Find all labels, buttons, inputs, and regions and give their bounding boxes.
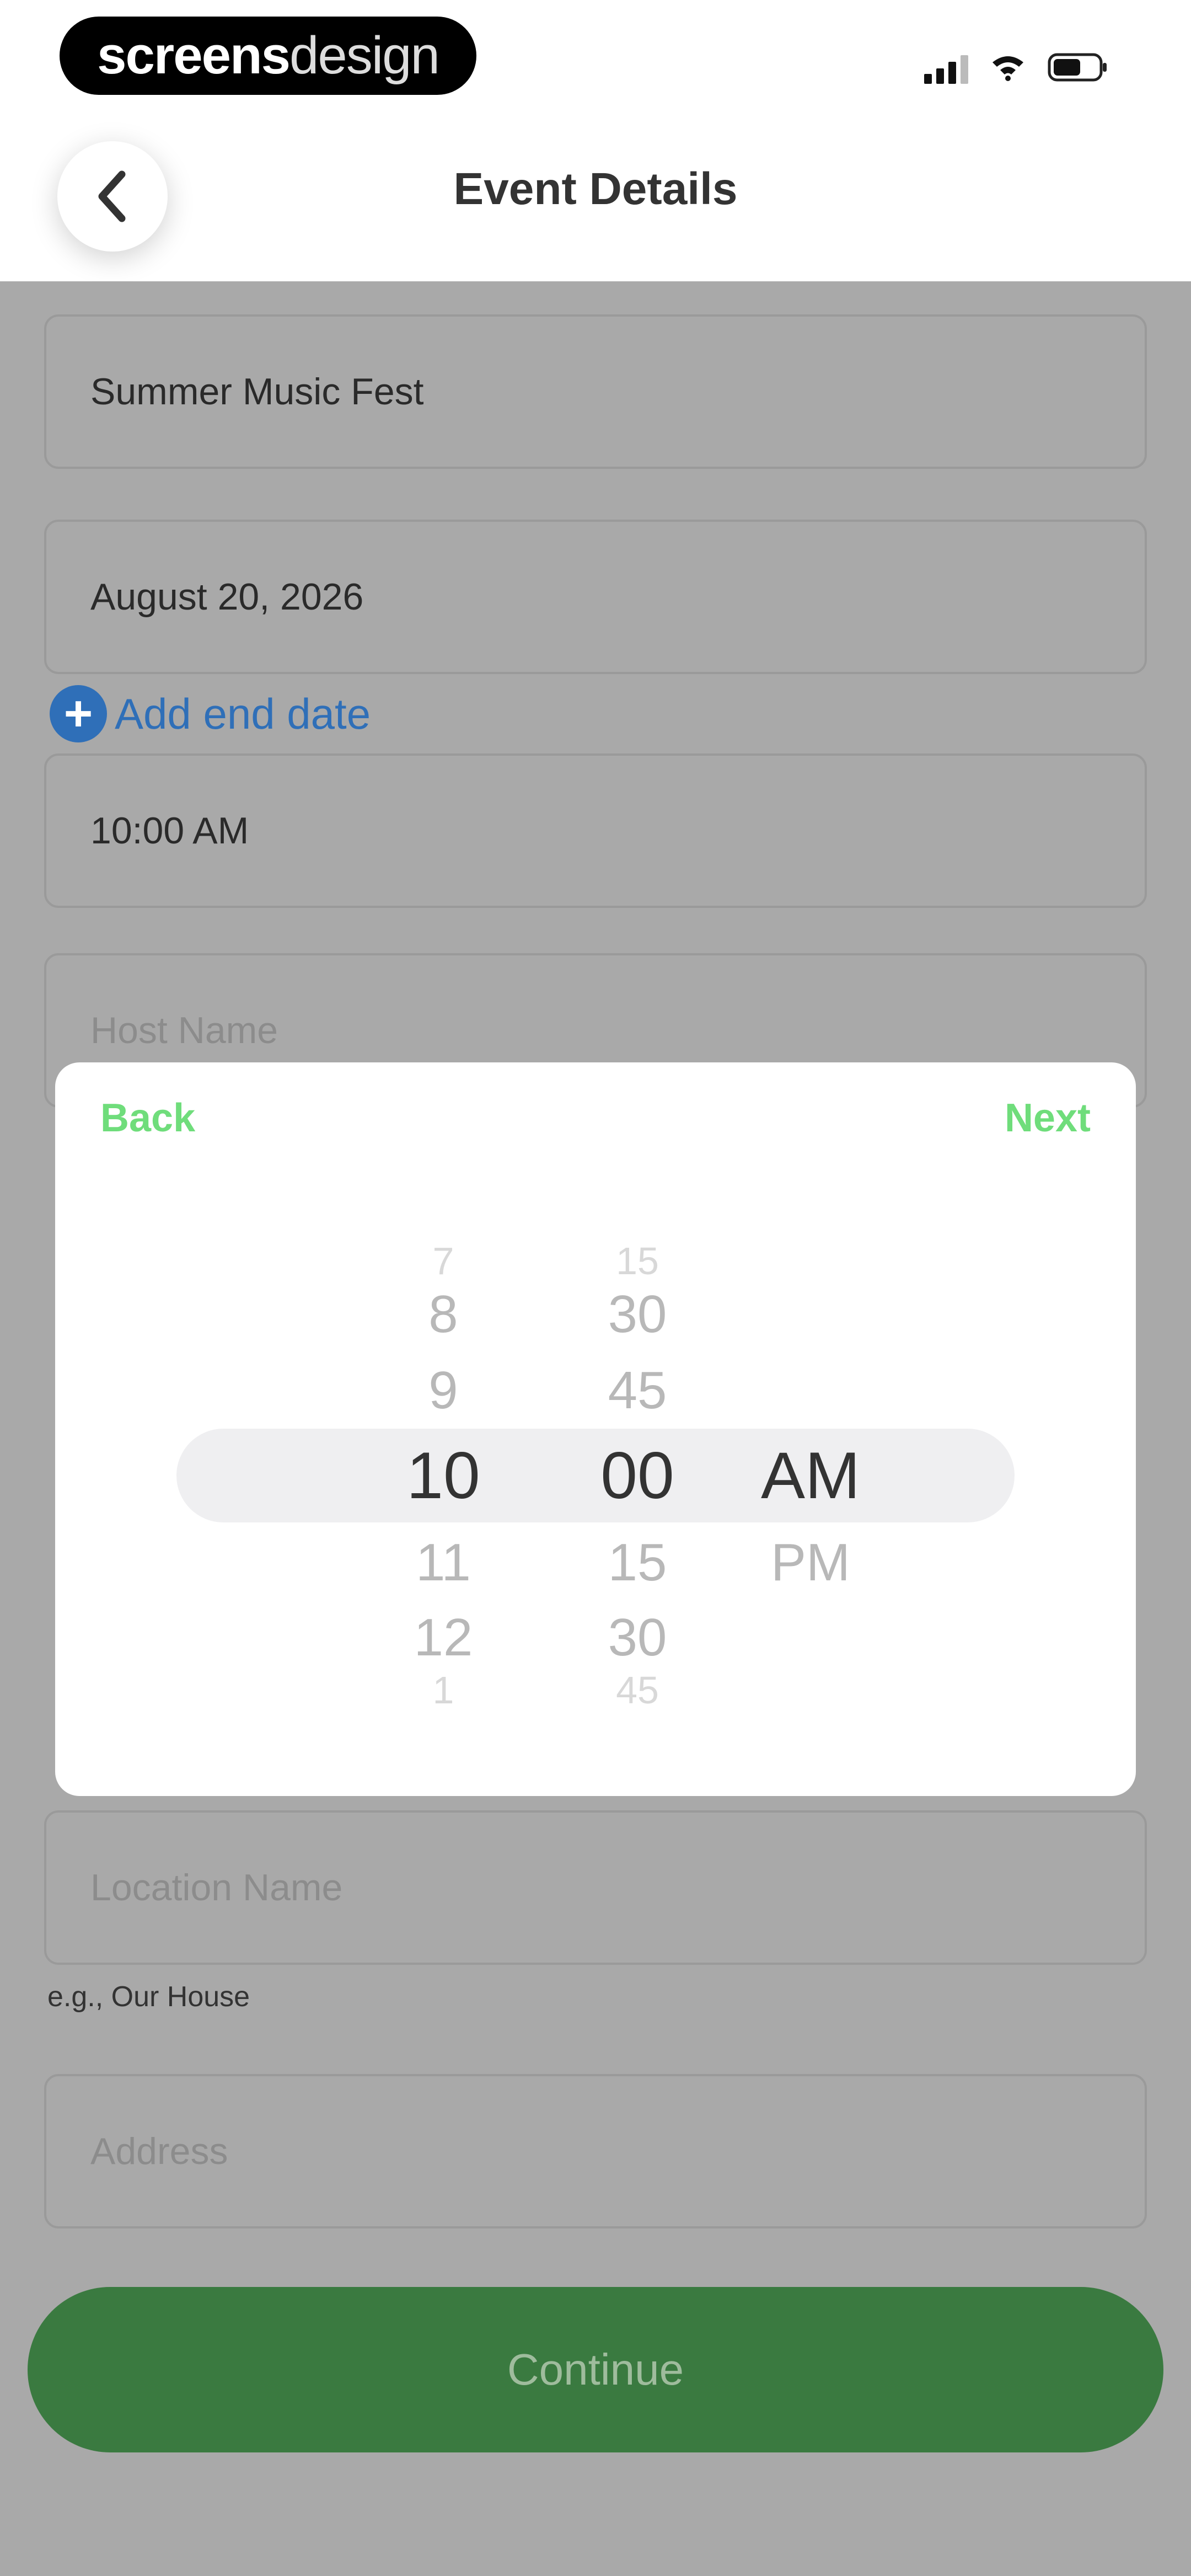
hour-option[interactable]: 9: [361, 1360, 526, 1421]
date-field[interactable]: August 20, 2026: [44, 520, 1147, 674]
minute-wheel[interactable]: 15 30 45 00 15 30 45: [555, 1062, 720, 1796]
host-name-placeholder: Host Name: [90, 1009, 278, 1051]
time-picker-modal: Back Next 7 8 9 10 11 12 1 15 30 45 00 1…: [55, 1062, 1136, 1796]
continue-label: Continue: [507, 2345, 684, 2394]
event-name-field[interactable]: Summer Music Fest: [44, 314, 1147, 469]
add-end-date-button[interactable]: + Add end date: [50, 685, 371, 742]
location-name-field[interactable]: Location Name: [44, 1810, 1147, 1965]
date-value: August 20, 2026: [90, 576, 364, 618]
hour-option[interactable]: 12: [361, 1607, 526, 1668]
address-field[interactable]: Address: [44, 2074, 1147, 2228]
location-name-placeholder: Location Name: [90, 1867, 343, 1909]
status-bar: screens design: [0, 0, 1191, 110]
minute-option[interactable]: 30: [555, 1607, 720, 1668]
hour-option[interactable]: 7: [361, 1239, 526, 1283]
period-option[interactable]: PM: [728, 1532, 893, 1593]
address-placeholder: Address: [90, 2130, 228, 2172]
minute-option[interactable]: 30: [555, 1284, 720, 1345]
plus-circle-icon: +: [50, 685, 107, 742]
picker-back-button[interactable]: Back: [100, 1095, 195, 1141]
minute-option[interactable]: 45: [555, 1360, 720, 1421]
status-icons: [924, 51, 1108, 84]
picker-next-button[interactable]: Next: [1005, 1095, 1091, 1141]
logo-text-bold: screens: [97, 26, 291, 85]
minute-option[interactable]: 45: [555, 1668, 720, 1712]
add-end-date-label: Add end date: [115, 689, 371, 738]
time-value: 10:00 AM: [90, 810, 249, 852]
hour-option-selected[interactable]: 10: [361, 1437, 526, 1514]
event-name-value: Summer Music Fest: [90, 371, 424, 413]
period-option-selected[interactable]: AM: [728, 1437, 893, 1514]
time-field[interactable]: 10:00 AM: [44, 753, 1147, 908]
battery-icon: [1048, 53, 1108, 82]
hour-option[interactable]: 1: [361, 1668, 526, 1712]
page-title: Event Details: [453, 164, 738, 214]
screensdesign-logo: screens design: [60, 17, 476, 95]
continue-button[interactable]: Continue: [28, 2287, 1163, 2452]
minute-option-selected[interactable]: 00: [555, 1437, 720, 1514]
minute-option[interactable]: 15: [555, 1532, 720, 1593]
hour-option[interactable]: 11: [361, 1532, 526, 1593]
cellular-signal-icon: [924, 51, 968, 84]
hour-option[interactable]: 8: [361, 1284, 526, 1345]
period-wheel[interactable]: AM PM: [728, 1062, 893, 1796]
logo-text-light: design: [289, 26, 440, 85]
wifi-icon: [990, 54, 1026, 81]
minute-option[interactable]: 15: [555, 1239, 720, 1283]
hour-wheel[interactable]: 7 8 9 10 11 12 1: [361, 1062, 526, 1796]
location-hint: e.g., Our House: [47, 1981, 250, 2013]
